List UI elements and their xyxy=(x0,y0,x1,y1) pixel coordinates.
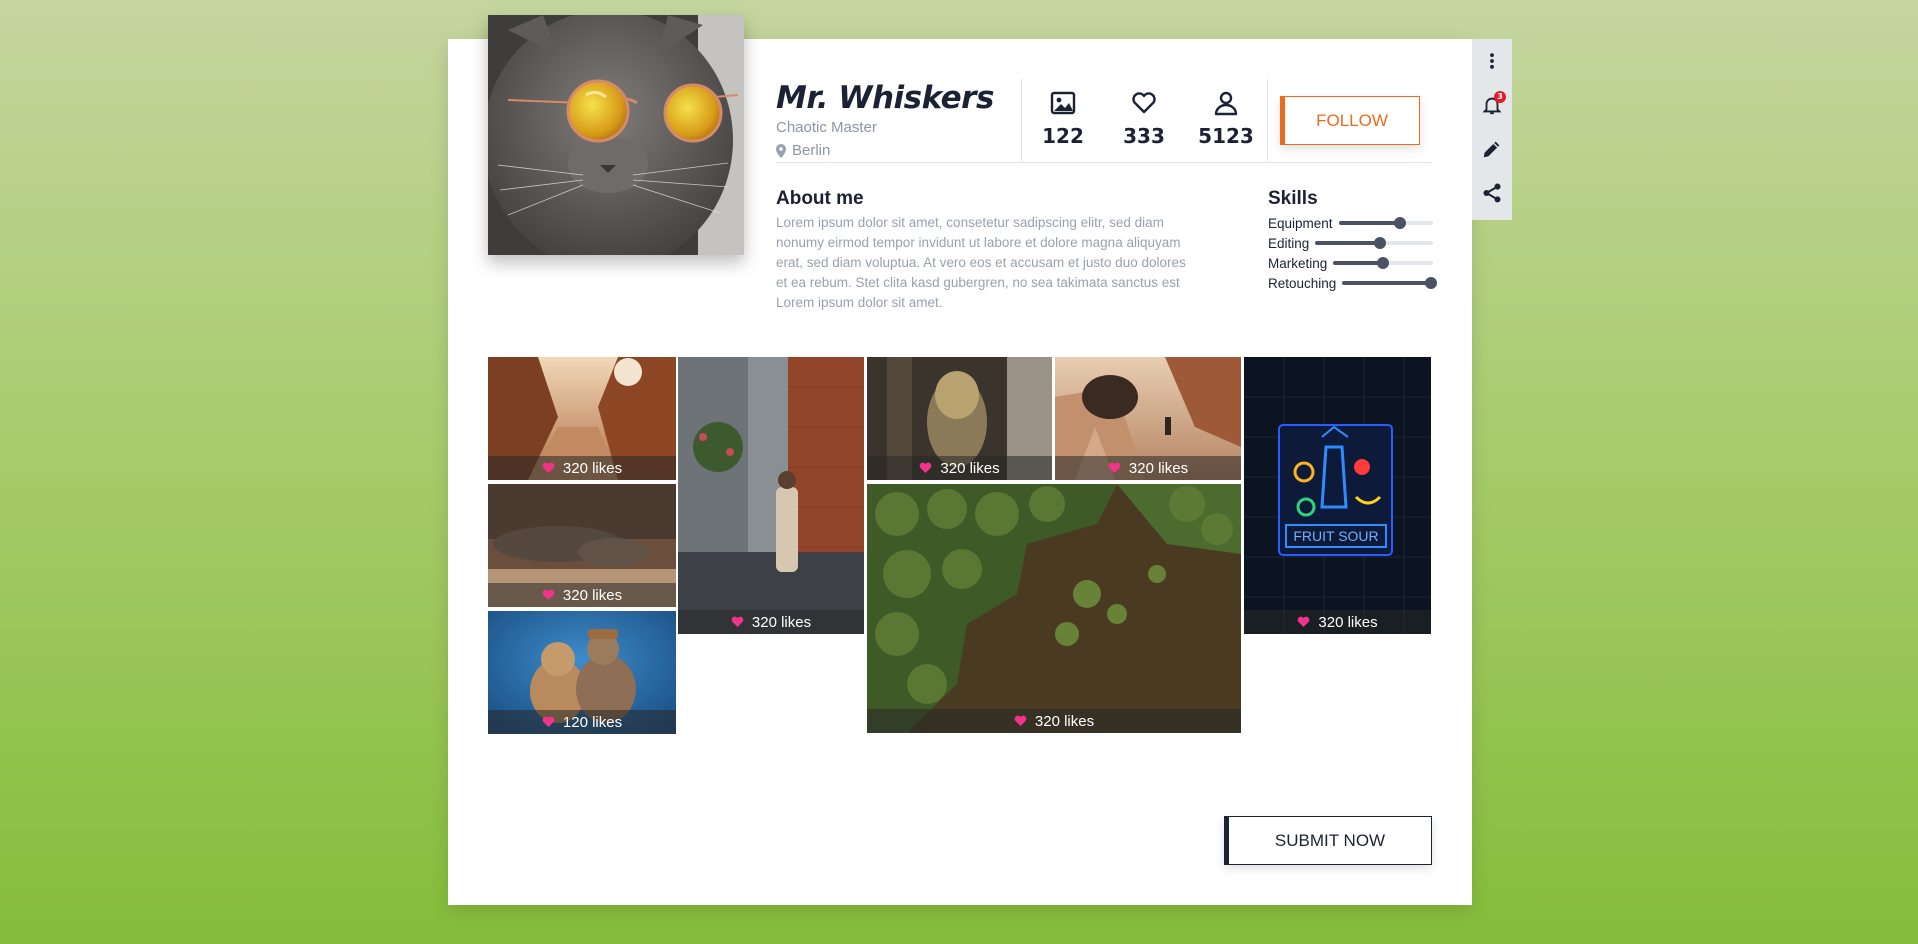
likes-bar: 320 likes xyxy=(488,583,676,607)
stats-divider xyxy=(1021,79,1022,161)
heart-icon xyxy=(542,716,555,727)
skill-row: Equipment xyxy=(1268,213,1433,233)
heart-icon xyxy=(920,462,932,473)
more-vertical-icon xyxy=(1490,53,1494,69)
stat-photos: 122 xyxy=(1028,88,1098,148)
stats-divider xyxy=(1267,79,1268,161)
skill-slider-fill xyxy=(1315,241,1381,245)
likes-bar: 320 likes xyxy=(1055,456,1241,480)
location-text: Berlin xyxy=(792,142,831,159)
likes-count: 320 likes xyxy=(562,459,623,477)
profile-title: Chaotic Master xyxy=(776,119,877,136)
heart-icon xyxy=(1108,462,1121,473)
more-options-button[interactable] xyxy=(1478,47,1506,75)
skill-slider[interactable] xyxy=(1342,277,1438,289)
image-icon xyxy=(1050,91,1076,115)
aerial-palms-photo xyxy=(867,484,1241,733)
gallery-photo[interactable]: 320 likes xyxy=(488,484,676,607)
skill-slider-knob[interactable] xyxy=(1377,257,1390,269)
skills-heading: Skills xyxy=(1268,188,1318,209)
about-heading: About me xyxy=(776,188,864,209)
heart-icon xyxy=(542,462,555,473)
likes-count: 320 likes xyxy=(1034,712,1095,730)
stat-followers: 5123 xyxy=(1191,88,1261,148)
likes-count: 320 likes xyxy=(751,613,812,631)
pencil-icon xyxy=(1483,141,1500,158)
skill-slider-fill xyxy=(1338,221,1400,225)
gallery-photo[interactable]: 320 likes xyxy=(867,484,1241,733)
likes-bar: 320 likes xyxy=(1244,610,1431,634)
skill-slider-fill xyxy=(1342,281,1432,285)
skill-label: Marketing xyxy=(1268,255,1328,271)
likes-count: 320 likes xyxy=(562,586,623,604)
skill-label: Retouching xyxy=(1268,275,1337,291)
skill-label: Editing xyxy=(1268,235,1310,251)
share-icon xyxy=(1483,183,1501,203)
notifications-button[interactable]: 3 xyxy=(1478,91,1506,119)
gallery-photo[interactable]: 320 likes xyxy=(1055,357,1241,480)
gallery-photo[interactable]: 320 likes xyxy=(488,357,676,480)
skill-slider-knob[interactable] xyxy=(1374,237,1387,249)
share-button[interactable] xyxy=(1478,179,1506,207)
header-divider xyxy=(776,162,1432,163)
skill-slider[interactable] xyxy=(1338,217,1433,229)
likes-bar: 320 likes xyxy=(867,456,1052,480)
heart-icon xyxy=(1014,715,1027,726)
likes-count: 320 likes xyxy=(940,459,1000,477)
neon-sign-text: FRUIT SOUR xyxy=(1293,528,1378,544)
skill-row: Marketing xyxy=(1268,253,1433,273)
gallery-photo[interactable]: FRUIT SOUR 320 likes xyxy=(1244,357,1431,634)
skill-row: Editing xyxy=(1268,233,1433,253)
skill-slider[interactable] xyxy=(1333,257,1433,269)
heart-icon xyxy=(1298,616,1310,627)
side-toolbar: 3 xyxy=(1472,39,1512,220)
map-pin-icon xyxy=(776,143,786,158)
stat-likes-count: 333 xyxy=(1123,124,1165,148)
about-text: Lorem ipsum dolor sit amet, consetetur s… xyxy=(776,215,1186,310)
stat-followers-count: 5123 xyxy=(1198,124,1254,148)
alley-photo xyxy=(678,357,864,634)
notification-badge: 3 xyxy=(1494,91,1506,103)
likes-bar: 320 likes xyxy=(867,709,1241,733)
profile-location: Berlin xyxy=(776,142,830,159)
cat-avatar-image xyxy=(488,15,744,255)
skill-slider-fill xyxy=(1333,261,1384,265)
skill-row: Retouching xyxy=(1268,273,1438,293)
stat-likes: 333 xyxy=(1109,88,1179,148)
skill-slider[interactable] xyxy=(1315,237,1433,249)
stat-photos-count: 122 xyxy=(1042,124,1084,148)
follow-button[interactable]: FOLLOW xyxy=(1280,96,1420,145)
profile-avatar xyxy=(488,15,744,255)
neon-sign-photo: FRUIT SOUR xyxy=(1244,357,1431,634)
user-icon xyxy=(1214,91,1238,116)
gallery-photo[interactable]: 320 likes xyxy=(678,357,864,634)
gallery-photo[interactable]: 120 likes xyxy=(488,611,676,734)
likes-count: 320 likes xyxy=(1318,613,1378,631)
likes-count: 320 likes xyxy=(1128,459,1189,477)
profile-name: Mr. Whiskers xyxy=(776,80,994,116)
edit-button[interactable] xyxy=(1478,135,1506,163)
likes-bar: 320 likes xyxy=(678,610,864,634)
heart-icon xyxy=(1132,92,1156,114)
likes-count: 120 likes xyxy=(562,713,623,731)
skill-label: Equipment xyxy=(1268,215,1333,231)
heart-icon xyxy=(542,589,555,600)
heart-icon xyxy=(731,616,744,627)
likes-bar: 320 likes xyxy=(488,456,676,480)
likes-bar: 120 likes xyxy=(488,710,676,734)
skill-slider-knob[interactable] xyxy=(1393,217,1406,229)
submit-button[interactable]: SUBMIT NOW xyxy=(1224,816,1432,865)
gallery-photo[interactable]: 320 likes xyxy=(867,357,1052,480)
